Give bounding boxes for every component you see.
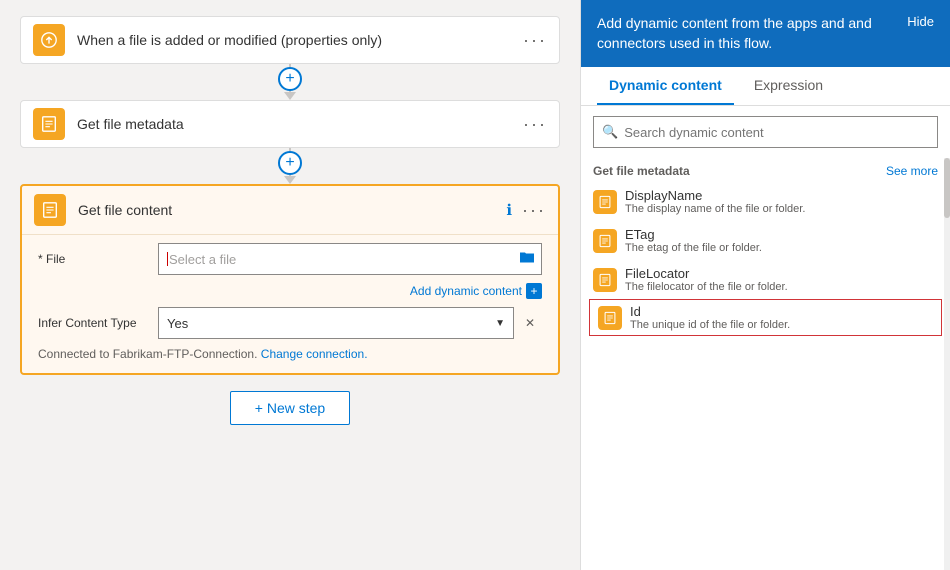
chevron-down-icon: ▼ [495, 318, 505, 329]
add-dynamic-content-link[interactable]: Add dynamic content + [38, 283, 542, 299]
see-more-link[interactable]: See more [886, 164, 938, 178]
info-icon[interactable]: ℹ [506, 201, 512, 219]
text-cursor [167, 252, 168, 266]
step-title-1: When a file is added or modified (proper… [77, 32, 523, 48]
hide-panel-button[interactable]: Hide [907, 14, 934, 29]
section-header: Get file metadata See more [581, 158, 950, 182]
step-icon-1 [33, 24, 65, 56]
file-label: * File [38, 252, 158, 266]
dynamic-item-text-etag: ETag The etag of the file or folder. [625, 227, 762, 254]
item-desc-etag: The etag of the file or folder. [625, 242, 762, 254]
item-desc-displayname: The display name of the file or folder. [625, 203, 805, 215]
step-more-1[interactable]: ··· [523, 30, 547, 51]
infer-content-type-row: Infer Content Type Yes ▼ ✕ [38, 307, 542, 339]
infer-content-type-label: Infer Content Type [38, 316, 158, 330]
dynamic-item-icon-etag [593, 229, 617, 253]
step-card-1[interactable]: When a file is added or modified (proper… [20, 16, 560, 64]
dynamic-item-text-filelocator: FileLocator The filelocator of the file … [625, 266, 788, 293]
card-body-3: * File Select a file Add dynamic content… [22, 234, 558, 373]
step-more-3[interactable]: ··· [522, 200, 546, 221]
step-card-3-expanded: Get file content ℹ ··· * File Select a f… [20, 184, 560, 375]
add-step-button-1[interactable]: + [278, 67, 302, 91]
connector-arrow-2 [284, 176, 296, 184]
right-panel: Add dynamic content from the apps and an… [580, 0, 950, 570]
connector-1: + [278, 64, 302, 100]
tab-dynamic-content[interactable]: Dynamic content [597, 67, 734, 105]
search-icon: 🔍 [602, 124, 618, 140]
search-input[interactable] [624, 125, 929, 140]
dynamic-add-icon: + [526, 283, 542, 299]
panel-header: Add dynamic content from the apps and an… [581, 0, 950, 67]
connector-arrow-1 [284, 92, 296, 100]
step-title-2: Get file metadata [77, 116, 523, 132]
panel-header-text: Add dynamic content from the apps and an… [597, 14, 891, 53]
dynamic-item-icon-id [598, 306, 622, 330]
scroll-thumb[interactable] [944, 158, 950, 218]
step-icon-3 [34, 194, 66, 226]
main-canvas: When a file is added or modified (proper… [0, 0, 580, 570]
dynamic-item-text-id: Id The unique id of the file or folder. [630, 304, 790, 331]
add-dynamic-label: Add dynamic content [410, 284, 522, 298]
infer-content-type-select[interactable]: Yes ▼ [158, 307, 514, 339]
card-header-3: Get file content ℹ ··· [22, 186, 558, 234]
item-desc-id: The unique id of the file or folder. [630, 319, 790, 331]
dynamic-item-filelocator[interactable]: FileLocator The filelocator of the file … [581, 260, 950, 299]
file-placeholder: Select a file [169, 252, 236, 267]
dynamic-item-icon-displayname [593, 190, 617, 214]
file-row: * File Select a file [38, 243, 542, 275]
new-step-button[interactable]: + New step [230, 391, 350, 425]
dynamic-item-etag[interactable]: ETag The etag of the file or folder. [581, 221, 950, 260]
search-box: 🔍 [593, 116, 938, 148]
section-title: Get file metadata [593, 164, 690, 178]
folder-icon [519, 250, 535, 269]
dynamic-item-text-displayname: DisplayName The display name of the file… [625, 188, 805, 215]
file-input[interactable]: Select a file [158, 243, 542, 275]
required-asterisk: * [38, 252, 46, 266]
dynamic-item-displayname[interactable]: DisplayName The display name of the file… [581, 182, 950, 221]
step-more-2[interactable]: ··· [523, 114, 547, 135]
dynamic-item-icon-filelocator [593, 268, 617, 292]
scroll-track [944, 158, 950, 570]
item-desc-filelocator: The filelocator of the file or folder. [625, 281, 788, 293]
item-name-filelocator: FileLocator [625, 266, 788, 281]
tab-expression[interactable]: Expression [742, 67, 835, 105]
connector-2: + [278, 148, 302, 184]
add-step-button-2[interactable]: + [278, 151, 302, 175]
item-name-id: Id [630, 304, 790, 319]
panel-tabs: Dynamic content Expression [581, 67, 950, 106]
infer-content-type-clear[interactable]: ✕ [518, 311, 542, 335]
connection-text: Connected to Fabrikam-FTP-Connection. [38, 347, 257, 361]
infer-content-type-value: Yes [167, 316, 188, 331]
dynamic-item-id[interactable]: Id The unique id of the file or folder. [589, 299, 942, 336]
connection-info: Connected to Fabrikam-FTP-Connection. Ch… [38, 347, 542, 361]
change-connection-link[interactable]: Change connection. [261, 347, 368, 361]
panel-content: Get file metadata See more DisplayName T… [581, 158, 950, 570]
item-name-displayname: DisplayName [625, 188, 805, 203]
step-icon-2 [33, 108, 65, 140]
step-card-2[interactable]: Get file metadata ··· [20, 100, 560, 148]
step-title-3: Get file content [78, 202, 506, 218]
item-name-etag: ETag [625, 227, 762, 242]
